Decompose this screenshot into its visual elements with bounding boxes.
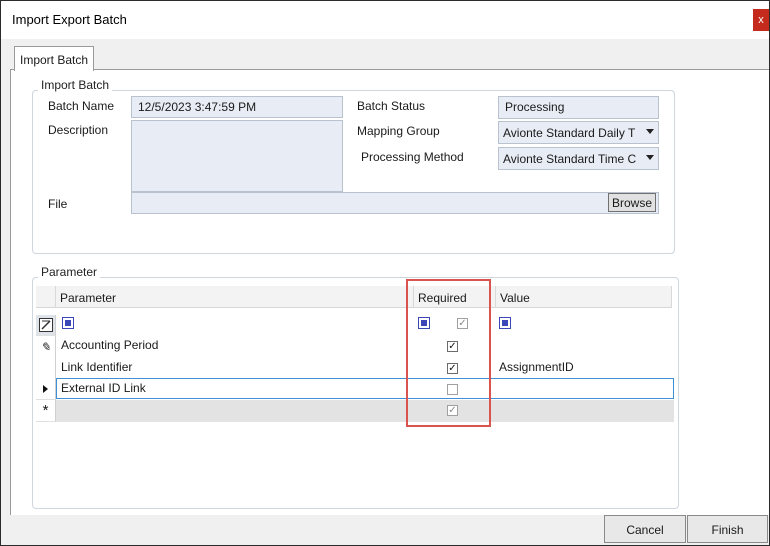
close-button[interactable]: x — [753, 9, 769, 31]
file-label: File — [48, 197, 68, 211]
batch-name-label: Batch Name — [48, 99, 115, 113]
filter-parameter-icon[interactable] — [62, 317, 74, 329]
grid-corner-header — [36, 286, 56, 308]
chevron-down-icon[interactable] — [646, 155, 654, 160]
tab-label: Import Batch — [20, 53, 89, 67]
processing-method-value: Avionte Standard Time C — [503, 152, 637, 166]
pencil-icon: ✎ — [40, 340, 51, 354]
column-header-value[interactable]: Value — [496, 286, 672, 308]
row-selector[interactable] — [36, 379, 56, 400]
mapping-group-label: Mapping Group — [357, 124, 440, 138]
processing-method-select[interactable]: Avionte Standard Time C — [498, 147, 659, 170]
mapping-group-select[interactable]: Avionte Standard Daily T — [498, 121, 659, 144]
new-row-selector[interactable]: * — [36, 400, 56, 422]
asterisk-icon: * — [42, 402, 49, 419]
parameter-cell[interactable]: Accounting Period — [61, 338, 158, 352]
batch-status-field: Processing — [498, 96, 659, 119]
tab-import-batch[interactable]: Import Batch — [14, 46, 94, 71]
row-selector[interactable] — [36, 358, 56, 379]
processing-method-label: Processing Method — [361, 150, 464, 164]
row-pointer-icon — [43, 385, 48, 393]
filter-value-icon[interactable] — [499, 317, 511, 329]
value-cell[interactable]: AssignmentID — [499, 360, 574, 374]
mapping-group-value: Avionte Standard Daily T — [503, 126, 636, 140]
required-column-highlight — [406, 279, 491, 427]
description-field[interactable] — [131, 120, 343, 192]
parameter-grid: Parameter Required Value ✓ ✎ Accounting … — [36, 286, 676, 506]
parameter-group-label: Parameter — [38, 265, 101, 279]
batch-name-field[interactable]: 12/5/2023 3:47:59 PM — [131, 96, 343, 118]
parameter-cell[interactable]: External ID Link — [61, 381, 146, 395]
browse-button[interactable]: Browse — [608, 193, 656, 212]
cancel-button[interactable]: Cancel — [604, 515, 686, 543]
description-label: Description — [48, 123, 109, 137]
new-row[interactable] — [56, 400, 674, 422]
batch-status-label: Batch Status — [357, 99, 426, 113]
finish-button[interactable]: Finish — [687, 515, 768, 543]
column-header-parameter[interactable]: Parameter — [56, 286, 414, 308]
title-bar: Import Export Batch x — [1, 1, 769, 39]
chevron-down-icon[interactable] — [646, 129, 654, 134]
file-path-field[interactable] — [131, 192, 659, 214]
row-selector[interactable]: ✎ — [36, 336, 56, 358]
window-title: Import Export Batch — [12, 12, 127, 27]
selected-row[interactable] — [56, 378, 674, 399]
filter-row-selector[interactable] — [36, 315, 56, 336]
filter-edit-icon[interactable] — [38, 318, 53, 332]
import-batch-group-label: Import Batch — [38, 78, 113, 92]
parameter-cell[interactable]: Link Identifier — [61, 360, 132, 374]
